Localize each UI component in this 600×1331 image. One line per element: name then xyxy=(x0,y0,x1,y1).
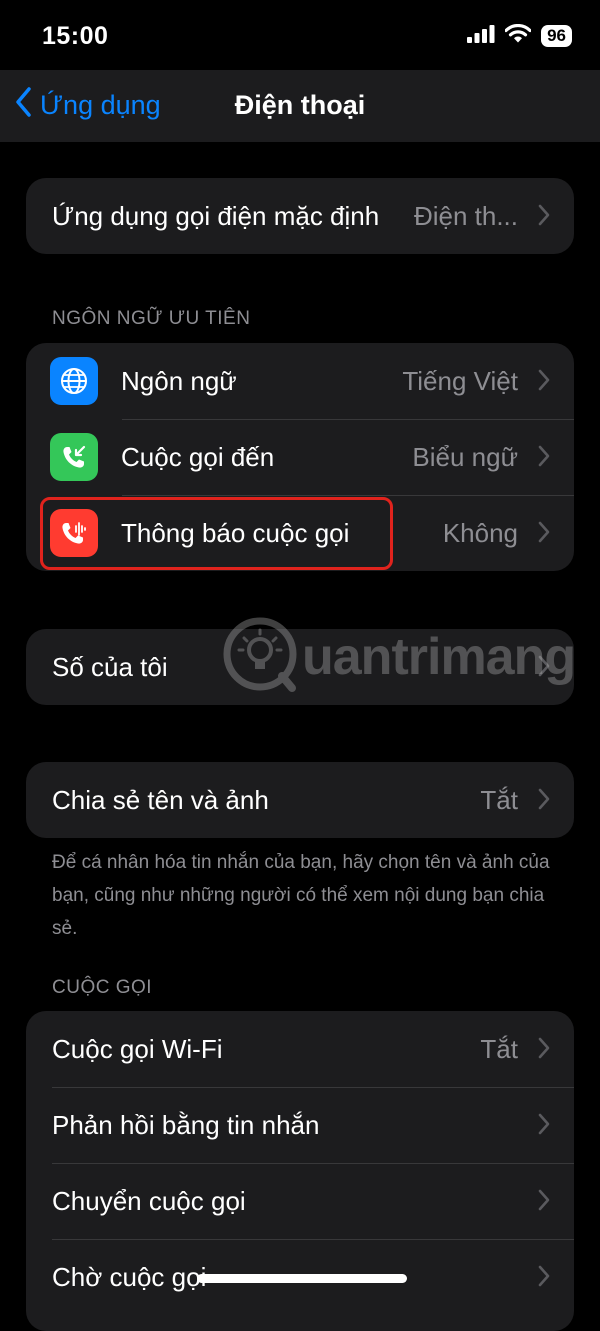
share-footer-text: Để cá nhân hóa tin nhắn của bạn, hãy chọ… xyxy=(52,852,550,939)
chevron-right-icon xyxy=(538,204,550,231)
wifi-icon xyxy=(504,23,532,48)
row-value: Biểu ngữ xyxy=(412,441,518,472)
row-label: Ứng dụng gọi điện mặc định xyxy=(52,200,380,231)
incoming-calls-row[interactable]: Cuộc gọi đến Biểu ngữ xyxy=(26,419,574,495)
chevron-right-icon xyxy=(538,445,550,472)
share-group: Chia sẻ tên và ảnh Tắt xyxy=(26,762,574,838)
chevron-right-icon xyxy=(538,1189,550,1216)
share-name-photo-row[interactable]: Chia sẻ tên và ảnh Tắt xyxy=(26,762,574,838)
row-label: Phản hồi bằng tin nhắn xyxy=(52,1109,320,1140)
highlight-box xyxy=(40,497,393,570)
row-label: Cuộc gọi Wi-Fi xyxy=(52,1033,223,1064)
home-indicator[interactable] xyxy=(197,1274,407,1283)
watermark: uantrimang xyxy=(222,616,576,697)
chevron-right-icon xyxy=(538,1037,550,1064)
page-title: Điện thoại xyxy=(234,90,366,120)
chevron-right-icon xyxy=(538,369,550,396)
respond-with-text-row[interactable]: Phản hồi bằng tin nhắn xyxy=(26,1087,574,1163)
row-label: Chuyển cuộc gọi xyxy=(52,1185,246,1216)
watermark-text: uantrimang xyxy=(302,627,576,686)
row-label: Chia sẻ tên và ảnh xyxy=(52,784,269,815)
row-value: Tiếng Việt xyxy=(402,365,518,396)
chevron-right-icon xyxy=(538,521,550,548)
row-value: Tắt xyxy=(480,1033,518,1064)
incoming-call-icon xyxy=(50,433,98,481)
section-header-calls: CUỘC GỌI xyxy=(52,977,153,998)
language-row[interactable]: Ngôn ngữ Tiếng Việt xyxy=(26,343,574,419)
wifi-calling-row[interactable]: Cuộc gọi Wi-Fi Tắt xyxy=(26,1011,574,1087)
row-value: Điện th... xyxy=(413,200,518,231)
row-label: Cuộc gọi đến xyxy=(121,441,275,472)
chevron-right-icon xyxy=(538,788,550,815)
call-forwarding-row[interactable]: Chuyển cuộc gọi xyxy=(26,1163,574,1239)
status-icons: 96 xyxy=(467,23,572,48)
chevron-right-icon xyxy=(538,1265,550,1292)
cellular-signal-icon xyxy=(467,24,495,48)
status-bar: 15:00 96 xyxy=(0,0,600,70)
row-label: Chờ cuộc gọi xyxy=(52,1261,207,1292)
default-app-group: Ứng dụng gọi điện mặc định Điện th... xyxy=(26,178,574,254)
lightbulb-logo-icon xyxy=(222,616,298,697)
battery-indicator: 96 xyxy=(541,25,572,47)
row-value: Không xyxy=(442,517,518,548)
chevron-right-icon xyxy=(538,1113,550,1140)
section-header-language: NGÔN NGỮ ƯU TIÊN xyxy=(52,308,251,329)
default-calling-app-row[interactable]: Ứng dụng gọi điện mặc định Điện th... xyxy=(26,178,574,254)
row-label: Số của tôi xyxy=(52,651,168,682)
row-label: Ngôn ngữ xyxy=(121,365,237,396)
row-value: Tắt xyxy=(480,784,518,815)
navigation-bar: Ứng dụng Điện thoại xyxy=(0,70,600,142)
globe-icon xyxy=(50,357,98,405)
status-time: 15:00 xyxy=(42,22,109,50)
calls-group: Cuộc gọi Wi-Fi Tắt Phản hồi bằng tin nhắ… xyxy=(26,1011,574,1331)
